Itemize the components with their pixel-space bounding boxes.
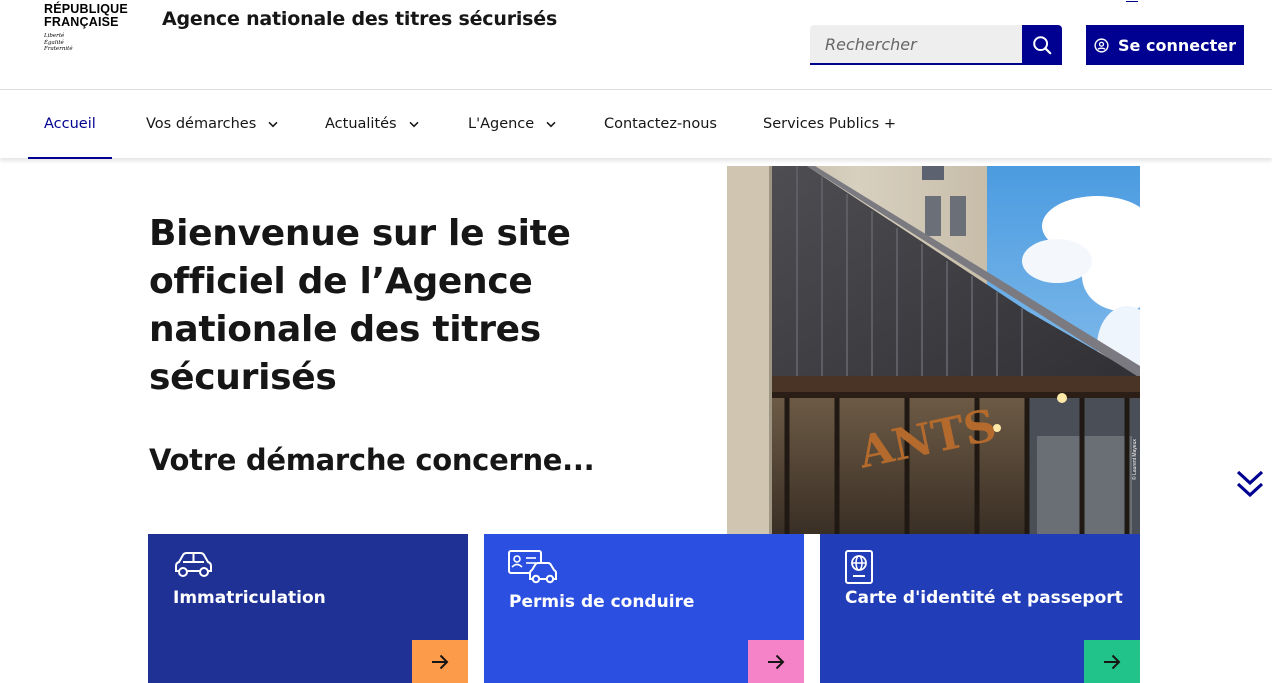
- nav-item-label: Contactez-nous: [604, 116, 717, 132]
- arrow-right-icon[interactable]: [412, 640, 468, 683]
- passport-icon: [844, 550, 874, 588]
- top-link-fragment[interactable]: [1126, 0, 1138, 2]
- chevron-down-icon: [268, 121, 278, 128]
- nav-item-label: Accueil: [44, 116, 96, 132]
- nav-item-label: Actualités: [325, 116, 397, 132]
- search-icon: [1033, 36, 1052, 55]
- card-permis-de-conduire[interactable]: Permis de conduire: [484, 534, 804, 683]
- driving-license-icon: [508, 550, 558, 588]
- logo-line-2: FRANÇAISE: [44, 15, 119, 29]
- login-button[interactable]: Se connecter: [1086, 25, 1244, 65]
- nav-item-vos-demarches[interactable]: Vos démarches: [146, 90, 278, 158]
- photo-credit: © Laurent Mayeux: [1132, 439, 1138, 480]
- motto-fraternite: Fraternité: [44, 46, 73, 52]
- login-label: Se connecter: [1118, 35, 1236, 55]
- site-header: RÉPUBLIQUE FRANÇAISE Liberté Égalité Fra…: [0, 0, 1272, 90]
- user-circle-icon: [1094, 37, 1109, 53]
- search-button[interactable]: [1022, 25, 1062, 65]
- logo-motto: Liberté Égalité Fraternité: [44, 33, 128, 53]
- scroll-down-button[interactable]: [1236, 469, 1264, 499]
- arrow-right-icon[interactable]: [748, 640, 804, 683]
- card-label: Immatriculation: [173, 588, 326, 608]
- hero-subtitle: Votre démarche concerne...: [149, 443, 595, 477]
- search-bar: [810, 25, 1062, 65]
- building-illustration: ANTS: [727, 166, 1140, 534]
- card-label: Carte d'identité et passeport: [845, 588, 1123, 608]
- double-chevron-down-icon: [1236, 470, 1264, 498]
- nav-item-label: Services Publics +: [763, 116, 896, 132]
- search-input[interactable]: [810, 25, 1022, 65]
- card-carte-identite-passeport[interactable]: Carte d'identité et passeport: [820, 534, 1140, 683]
- hero-title: Bienvenue sur le site officiel de l’Agen…: [149, 213, 571, 398]
- nav-item-contactez-nous[interactable]: Contactez-nous: [604, 90, 717, 158]
- car-icon: [172, 550, 214, 586]
- card-immatriculation[interactable]: Immatriculation: [148, 534, 468, 683]
- nav-item-actualites[interactable]: Actualités: [325, 90, 419, 158]
- chevron-down-icon: [409, 121, 419, 128]
- card-label: Permis de conduire: [509, 592, 695, 612]
- site-title[interactable]: Agence nationale des titres sécurisés: [162, 8, 557, 30]
- ants-building-photo: ANTS: [727, 166, 1140, 534]
- republique-francaise-logo[interactable]: RÉPUBLIQUE FRANÇAISE Liberté Égalité Fra…: [44, 3, 128, 53]
- nav-item-label: L'Agence: [468, 116, 535, 132]
- main-navigation: Accueil Vos démarches Actualités L'Agenc…: [0, 89, 1272, 159]
- chevron-down-icon: [546, 121, 556, 128]
- nav-item-label: Vos démarches: [146, 116, 257, 132]
- arrow-right-icon[interactable]: [1084, 640, 1140, 683]
- nav-item-services-publics[interactable]: Services Publics +: [763, 90, 896, 158]
- nav-item-accueil[interactable]: Accueil: [28, 90, 112, 159]
- nav-item-agence[interactable]: L'Agence: [468, 90, 556, 158]
